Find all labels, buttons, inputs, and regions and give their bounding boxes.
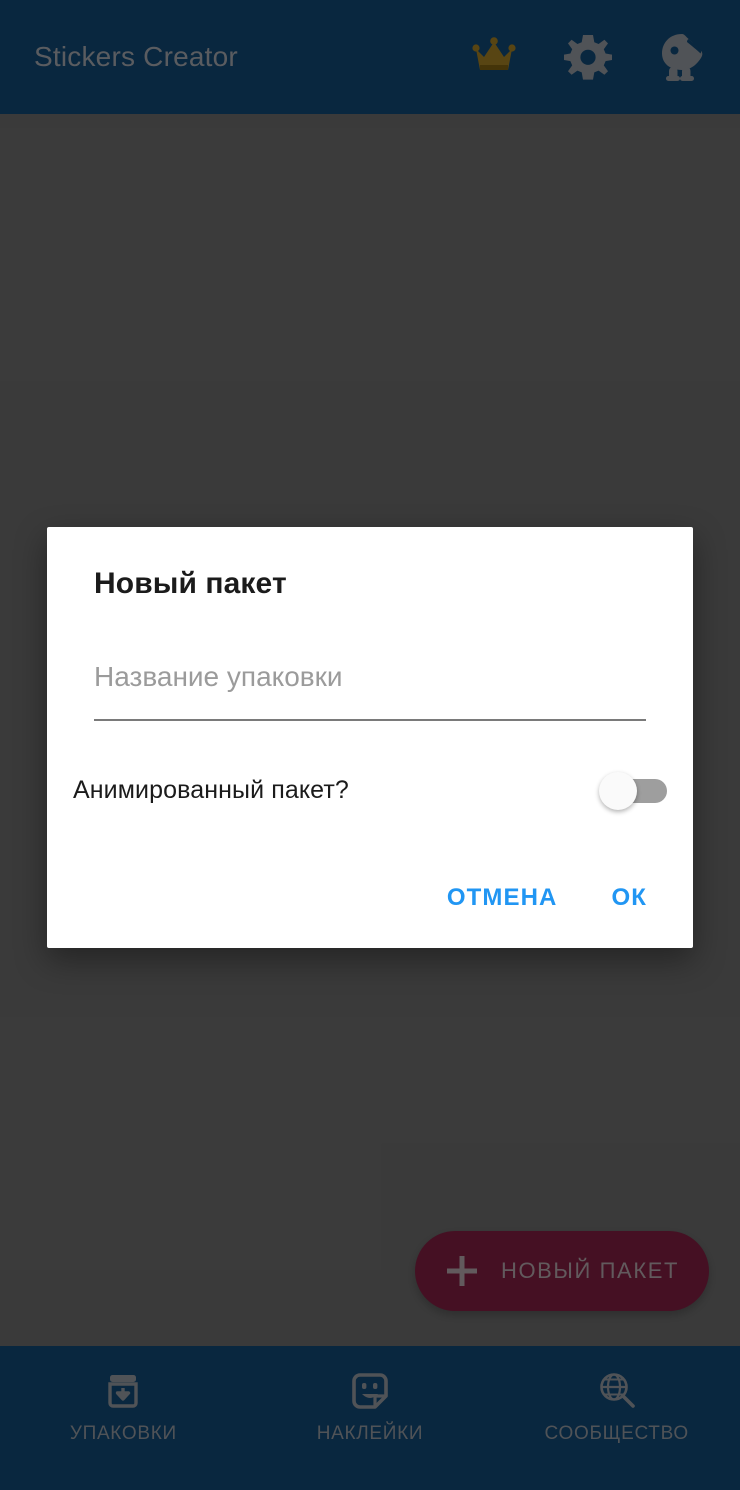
globe-search-icon (594, 1368, 640, 1414)
new-pack-fab-label: НОВЫЙ ПАКЕТ (500, 1258, 680, 1283)
nav-item-stickers[interactable]: НАКЛЕЙКИ (247, 1346, 494, 1445)
nav-item-packs[interactable]: УПАКОВКИ (0, 1346, 247, 1445)
pack-name-input[interactable] (94, 647, 646, 721)
animated-pack-toggle[interactable] (599, 772, 667, 810)
sticker-smiley-icon (347, 1368, 393, 1414)
animated-pack-label: Анимированный пакет? (73, 775, 349, 804)
ok-button[interactable]: ОК (591, 870, 667, 926)
premium-crown-icon[interactable] (468, 31, 520, 83)
new-pack-dialog: Новый пакет Анимированный пакет? ОТМЕНА … (47, 527, 693, 948)
cancel-button[interactable]: ОТМЕНА (427, 870, 578, 926)
nav-label-community: СООБЩЕСТВО (544, 1423, 689, 1444)
app-title: Stickers Creator (34, 41, 238, 72)
mascot-icon[interactable] (656, 31, 708, 83)
settings-gear-icon[interactable] (562, 31, 614, 83)
dialog-actions: ОТМЕНА ОК (427, 870, 667, 926)
top-toolbar: Stickers Creator (0, 0, 740, 114)
dialog-title: Новый пакет (94, 567, 287, 600)
animated-pack-row: Анимированный пакет? (73, 755, 667, 825)
plus-icon (445, 1254, 479, 1288)
bottom-navigation: УПАКОВКИ НАКЛЕЙКИ СООБЩЕСТВО (0, 1346, 740, 1490)
archive-download-icon (100, 1368, 146, 1414)
nav-label-stickers: НАКЛЕЙКИ (316, 1423, 424, 1444)
toolbar-actions (468, 31, 716, 83)
new-pack-fab[interactable]: НОВЫЙ ПАКЕТ (415, 1231, 709, 1311)
nav-item-community[interactable]: СООБЩЕСТВО (493, 1346, 740, 1445)
toggle-thumb (599, 772, 637, 810)
nav-label-packs: УПАКОВКИ (69, 1423, 177, 1444)
